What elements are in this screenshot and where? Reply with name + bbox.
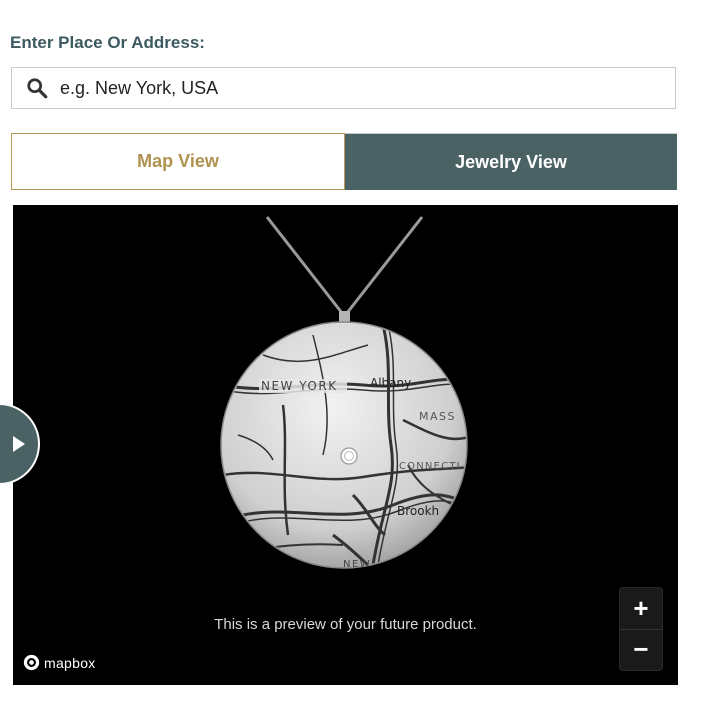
search-box[interactable]	[11, 67, 676, 109]
label-connecticut: CONNECTI	[399, 461, 461, 472]
center-marker-icon	[340, 447, 358, 465]
search-label: Enter Place Or Address:	[10, 33, 205, 52]
pendant-disc	[220, 321, 468, 569]
tab-jewelry-view[interactable]: Jewelry View	[345, 133, 677, 190]
zoom-in-button[interactable]: +	[620, 588, 662, 629]
search-icon	[27, 78, 48, 99]
mapbox-wordmark: mapbox	[44, 654, 96, 671]
zoom-control: + −	[619, 587, 663, 671]
mapbox-logo-icon	[23, 654, 40, 671]
label-new: NEW	[343, 559, 371, 570]
pendant-render: NEW YORK Albany MASS CONNECTI Brookh NEW	[220, 216, 468, 570]
label-new-york: NEW YORK	[261, 379, 338, 393]
label-mass: MASS	[419, 410, 456, 423]
view-tabs: Map View Jewelry View	[11, 133, 677, 190]
label-albany: Albany	[370, 376, 411, 390]
zoom-out-button[interactable]: −	[620, 628, 662, 671]
sidebar-toggle-button[interactable]	[0, 404, 51, 484]
tab-map-view[interactable]: Map View	[11, 133, 345, 190]
label-brookhaven: Brookh	[397, 504, 439, 518]
jewelry-preview[interactable]: NEW YORK Albany MASS CONNECTI Brookh NEW…	[13, 205, 678, 685]
mapbox-attribution[interactable]: mapbox	[23, 654, 96, 671]
pendant-chain	[265, 216, 424, 325]
search-input[interactable]	[60, 77, 675, 99]
preview-caption: This is a preview of your future product…	[214, 616, 477, 633]
